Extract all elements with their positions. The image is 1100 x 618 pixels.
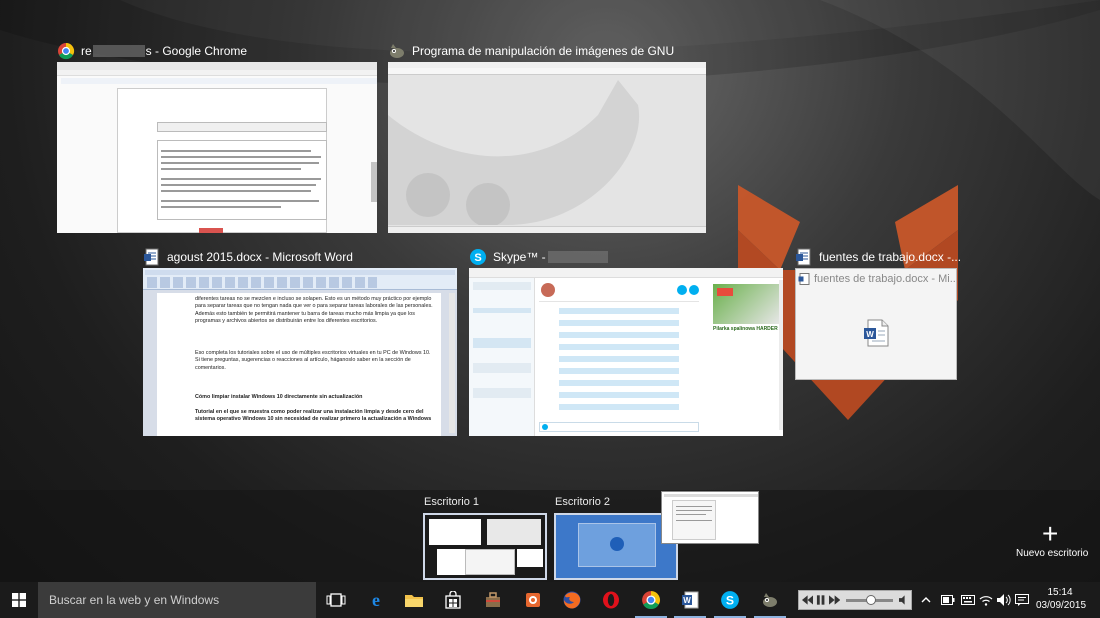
window-skype-preview: Pilarka spalinowa HARDER bbox=[469, 268, 783, 436]
svg-text:W: W bbox=[866, 330, 874, 339]
taskbar-firefox[interactable] bbox=[552, 582, 592, 618]
taskbar-word[interactable]: W bbox=[670, 582, 710, 618]
media-player-toolbar[interactable] bbox=[798, 590, 912, 610]
volume-slider[interactable] bbox=[845, 594, 893, 605]
window-gimp-preview bbox=[388, 62, 706, 233]
word-icon: W bbox=[682, 591, 699, 609]
chrome-icon bbox=[57, 42, 75, 60]
word-doc-paragraph-2: Eso completa los tutoriales sobre el uso… bbox=[195, 350, 431, 371]
taskbar-file-explorer[interactable] bbox=[394, 582, 434, 618]
taskbar-store[interactable] bbox=[433, 582, 473, 618]
folder-icon bbox=[405, 595, 423, 607]
action-center-icon bbox=[1015, 594, 1029, 606]
speaker-icon[interactable] bbox=[898, 595, 908, 605]
window-word-fuentes[interactable]: fuentes de trabajo.docx -... fuentes de … bbox=[795, 246, 961, 380]
paint-app-icon bbox=[526, 593, 540, 607]
taskbar-chrome[interactable] bbox=[631, 582, 671, 618]
skype-ad-title: Pilarka spalinowa HARDER bbox=[713, 326, 778, 332]
windows-logo-icon bbox=[12, 593, 26, 607]
keyboard-icon bbox=[961, 595, 975, 605]
volume-slider-handle[interactable] bbox=[865, 594, 876, 605]
svg-text:W: W bbox=[683, 596, 691, 605]
taskbar-opera[interactable] bbox=[591, 582, 631, 618]
word-document-large-icon: W bbox=[862, 319, 890, 347]
chevron-up-icon bbox=[921, 597, 931, 603]
window-skype[interactable]: S Skype™ - Pilarka spalinowa HARDER bbox=[469, 246, 783, 436]
task-view-button[interactable] bbox=[316, 582, 356, 618]
word-document-icon bbox=[143, 248, 161, 266]
tray-keyboard[interactable] bbox=[960, 590, 976, 610]
window-word-fuentes-preview-title: fuentes de trabajo.docx - Mi... bbox=[814, 273, 957, 285]
virtual-desktops-bar bbox=[0, 490, 1100, 582]
search-input[interactable]: Buscar en la web y en Windows bbox=[38, 582, 316, 618]
tray-notifications[interactable] bbox=[1014, 590, 1030, 610]
window-skype-header[interactable]: S Skype™ - bbox=[469, 246, 608, 268]
fast-forward-icon[interactable] bbox=[828, 595, 840, 605]
gimp-icon bbox=[763, 593, 777, 607]
gimp-wilber-logo bbox=[388, 80, 640, 225]
window-gimp[interactable]: Programa de manipulación de imágenes de … bbox=[388, 40, 706, 233]
tray-volume[interactable] bbox=[996, 590, 1012, 610]
desktop-2-label: Escritorio 2 bbox=[555, 496, 611, 508]
window-word-fuentes-header[interactable]: fuentes de trabajo.docx -... bbox=[795, 246, 961, 268]
opera-icon bbox=[603, 591, 619, 609]
skype-icon: S bbox=[469, 248, 487, 266]
svg-text:S: S bbox=[474, 252, 481, 264]
redaction-bar bbox=[547, 251, 608, 263]
window-word[interactable]: agoust 2015.docx - Microsoft Word difere… bbox=[143, 246, 457, 436]
store-icon bbox=[445, 591, 461, 609]
volume-icon bbox=[997, 594, 1011, 606]
tray-battery[interactable] bbox=[940, 590, 956, 610]
new-desktop-plus-icon[interactable]: + bbox=[1042, 520, 1058, 548]
start-button[interactable] bbox=[0, 582, 38, 618]
window-gimp-header[interactable]: Programa de manipulación de imágenes de … bbox=[388, 40, 674, 62]
desktop-1-thumbnail[interactable] bbox=[423, 513, 547, 580]
window-chrome-title-start: re bbox=[81, 44, 92, 58]
window-chrome-title-end: s - Google Chrome bbox=[145, 44, 248, 58]
window-word-preview: diferentes tareas no se mezclen e inclus… bbox=[143, 268, 457, 436]
word-document-icon bbox=[795, 248, 813, 266]
wifi-icon bbox=[979, 596, 993, 606]
skype-icon: S bbox=[721, 591, 739, 609]
pause-icon[interactable] bbox=[816, 595, 825, 605]
chrome-icon bbox=[642, 591, 660, 610]
desktop-1-label: Escritorio 1 bbox=[424, 496, 480, 508]
svg-text:e: e bbox=[372, 591, 380, 609]
battery-icon bbox=[941, 595, 955, 605]
word-doc-heading: Cómo limpiar instalar Windows 10 directa… bbox=[195, 394, 363, 400]
window-word-title: agoust 2015.docx - Microsoft Word bbox=[167, 250, 353, 264]
show-hidden-icons-button[interactable] bbox=[918, 590, 934, 610]
taskbar-edge[interactable]: e bbox=[356, 582, 396, 618]
window-chrome-preview bbox=[57, 62, 377, 233]
word-doc-paragraph-3: Tutorial en el que se muestra como poder… bbox=[195, 409, 432, 423]
taskbar-skype[interactable]: S bbox=[710, 582, 750, 618]
window-word-fuentes-preview: fuentes de trabajo.docx - Mi... W bbox=[795, 268, 957, 380]
taskbar-clock[interactable]: 15:14 03/09/2015 bbox=[1036, 586, 1087, 612]
clock-time: 15:14 bbox=[1047, 587, 1073, 598]
taskbar-app-orange[interactable] bbox=[513, 582, 553, 618]
desktop-2-thumbnail[interactable] bbox=[554, 513, 678, 580]
window-word-fuentes-title: fuentes de trabajo.docx -... bbox=[819, 250, 962, 264]
toolbox-icon bbox=[486, 592, 500, 607]
window-chrome-header[interactable]: re s - Google Chrome bbox=[57, 40, 247, 62]
dragged-window-thumbnail[interactable] bbox=[661, 491, 759, 544]
gimp-icon bbox=[388, 42, 406, 60]
svg-text:S: S bbox=[726, 593, 734, 607]
task-view-icon bbox=[326, 593, 346, 607]
word-small-icon bbox=[798, 273, 810, 285]
window-chrome[interactable]: re s - Google Chrome bbox=[57, 40, 377, 233]
taskbar-gimp[interactable] bbox=[750, 582, 790, 618]
firefox-icon bbox=[563, 591, 581, 609]
new-desktop-button[interactable]: Nuevo escritorio bbox=[1016, 548, 1088, 559]
word-doc-paragraph-1: diferentes tareas no se mezclen e inclus… bbox=[195, 296, 433, 325]
redaction-bar bbox=[92, 45, 145, 57]
tray-wifi[interactable] bbox=[978, 590, 994, 610]
taskbar-app-tools[interactable] bbox=[473, 582, 513, 618]
edge-icon: e bbox=[372, 591, 380, 609]
clock-date: 03/09/2015 bbox=[1036, 600, 1087, 611]
window-skype-title: Skype™ - bbox=[493, 250, 546, 264]
window-word-header[interactable]: agoust 2015.docx - Microsoft Word bbox=[143, 246, 353, 268]
rewind-icon[interactable] bbox=[802, 595, 814, 605]
window-gimp-title: Programa de manipulación de imágenes de … bbox=[412, 44, 675, 58]
